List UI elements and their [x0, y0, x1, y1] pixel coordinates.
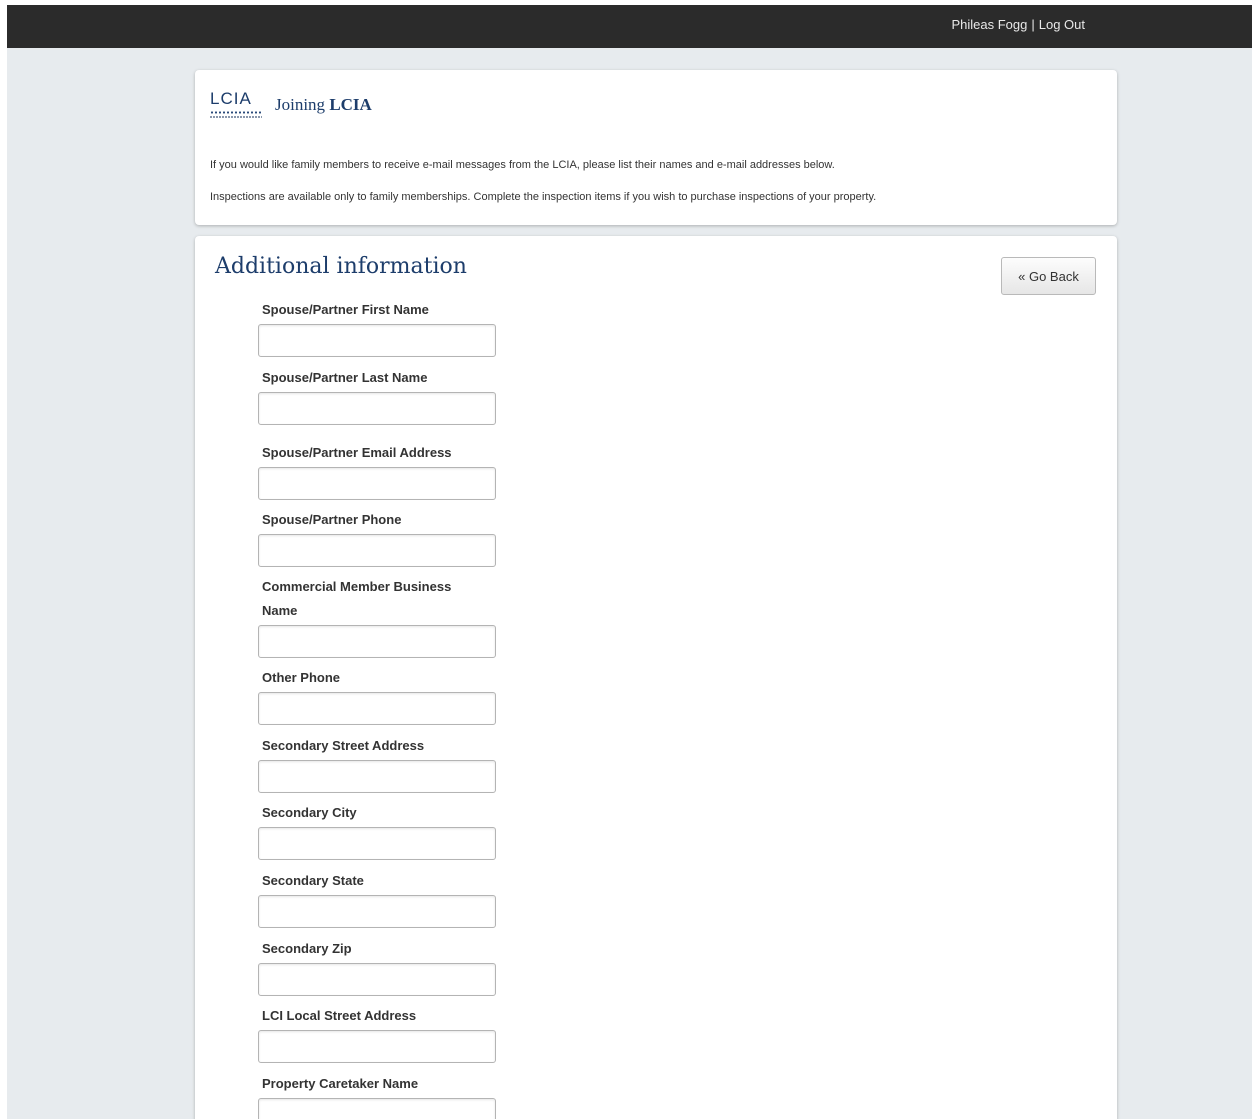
field-label: Secondary Street Address [262, 738, 425, 753]
field-lci-local-street: LCI Local Street Address [258, 1004, 498, 1063]
field-property-caretaker-name: Property Caretaker Name [258, 1072, 498, 1119]
field-secondary-zip: Secondary Zip [258, 937, 498, 996]
field-spouse-first-name: Spouse/Partner First Name [258, 298, 498, 357]
logo-subtitle-icon [210, 116, 262, 118]
go-back-button[interactable]: « Go Back [1001, 257, 1096, 295]
commercial-business-name-input[interactable] [258, 625, 496, 658]
field-label: Commercial Member Business Name [262, 579, 452, 618]
secondary-state-input[interactable] [258, 895, 496, 928]
field-spouse-email: Spouse/Partner Email Address [258, 441, 498, 500]
field-secondary-state: Secondary State [258, 869, 498, 928]
intro-inspections-text: Inspections are available only to family… [210, 191, 877, 203]
field-label: Other Phone [262, 670, 341, 685]
user-name-link[interactable]: Phileas Fogg [951, 17, 1027, 32]
field-secondary-street: Secondary Street Address [258, 734, 498, 793]
secondary-city-input[interactable] [258, 827, 496, 860]
field-label: Property Caretaker Name [262, 1076, 419, 1091]
intro-panel: LCIA Joining LCIA If you would like fami… [195, 70, 1117, 225]
user-menu: Phileas Fogg | Log Out [951, 17, 1085, 32]
field-secondary-city: Secondary City [258, 801, 498, 860]
logo-dots-icon [210, 111, 262, 114]
spouse-phone-input[interactable] [258, 534, 496, 567]
spouse-first-name-input[interactable] [258, 324, 496, 357]
lci-local-street-input[interactable] [258, 1030, 496, 1063]
field-label: Secondary Zip [262, 941, 352, 956]
property-caretaker-name-input[interactable] [258, 1098, 496, 1119]
intro-family-email-text: If you would like family members to rece… [210, 159, 835, 171]
other-phone-input[interactable] [258, 692, 496, 725]
secondary-street-input[interactable] [258, 760, 496, 793]
field-spouse-last-name: Spouse/Partner Last Name [258, 366, 498, 425]
additional-info-form: Additional information « Go Back Spouse/… [195, 236, 1117, 1119]
field-label: Spouse/Partner Phone [262, 512, 402, 527]
field-label: Secondary City [262, 805, 357, 820]
spouse-last-name-input[interactable] [258, 392, 496, 425]
top-navigation-bar: Phileas Fogg | Log Out [7, 5, 1252, 48]
spouse-email-input[interactable] [258, 467, 496, 500]
logo-text: LCIA [210, 89, 252, 108]
field-label: Spouse/Partner First Name [262, 302, 429, 317]
page-title-org: LCIA [329, 95, 372, 114]
field-label: Secondary State [262, 873, 364, 888]
user-menu-separator: | [1031, 17, 1035, 32]
lcia-logo: LCIA [210, 90, 266, 122]
logout-link[interactable]: Log Out [1039, 17, 1085, 32]
field-label: Spouse/Partner Last Name [262, 370, 428, 385]
field-label: Spouse/Partner Email Address [262, 445, 452, 460]
field-other-phone: Other Phone [258, 666, 498, 725]
field-spouse-phone: Spouse/Partner Phone [258, 508, 498, 567]
page: Phileas Fogg | Log Out LCIA Joining LCIA I… [7, 5, 1252, 1119]
field-label: LCI Local Street Address [262, 1008, 417, 1023]
section-title: Additional information [215, 254, 467, 279]
page-title: Joining LCIA [275, 95, 372, 115]
field-commercial-business-name: Commercial Member Business Name [258, 575, 498, 658]
secondary-zip-input[interactable] [258, 963, 496, 996]
page-title-prefix: Joining [275, 95, 326, 114]
